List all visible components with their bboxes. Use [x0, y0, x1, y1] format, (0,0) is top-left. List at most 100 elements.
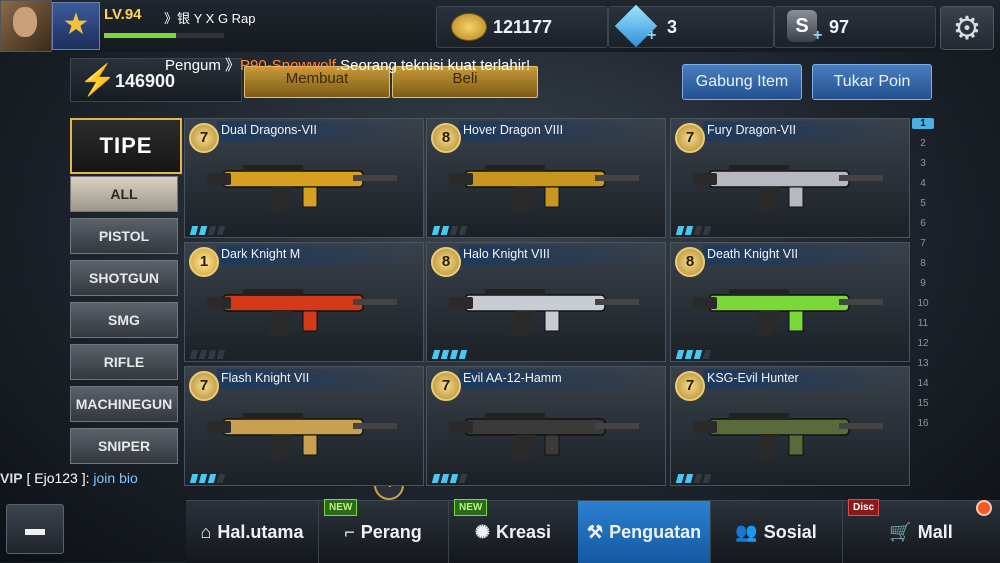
page-number[interactable]: 9: [912, 278, 934, 289]
star-pip: [216, 474, 226, 483]
player-level: LV.94: [104, 6, 142, 23]
weapon-star-rating: [189, 470, 227, 488]
nav-badge: NEW: [324, 499, 358, 516]
star-pip: [684, 226, 694, 235]
chat-bubble-icon: ▬: [25, 518, 45, 540]
nav-label: Sosial: [763, 522, 817, 542]
lightning-icon: ⚡: [79, 64, 117, 97]
star-pip: [207, 226, 217, 235]
page-number[interactable]: 13: [912, 358, 934, 369]
gold-value: 121177: [493, 17, 553, 37]
nav-hal-utama[interactable]: ⌂ Hal.utama: [186, 501, 319, 563]
gem-counter[interactable]: + 3: [608, 4, 774, 48]
star-pip: [449, 474, 459, 483]
page-number[interactable]: 6: [912, 218, 934, 229]
page-number[interactable]: 2: [912, 138, 934, 149]
vip-message: join bio: [93, 470, 138, 486]
page-number[interactable]: 5: [912, 198, 934, 209]
settings-button[interactable]: ⚙: [940, 6, 994, 50]
weapon-image: [207, 165, 397, 211]
star-pip: [216, 350, 226, 359]
star-pip: [207, 474, 217, 483]
weapon-star-rating: [675, 222, 713, 240]
page-number[interactable]: 3: [912, 158, 934, 169]
weapon-name: Hover Dragon VIII: [463, 123, 564, 137]
chat-button[interactable]: ▬: [6, 504, 64, 554]
star-pip: [458, 474, 468, 483]
page-number[interactable]: 1: [912, 118, 934, 129]
star-pip: [440, 350, 450, 359]
star-pip: [431, 350, 441, 359]
page-index: 1 2 3 4 5 6 7 8 9 10 11 12 13 14 15 16: [912, 118, 936, 438]
gabung-item-button[interactable]: Gabung Item: [682, 64, 802, 100]
page-number[interactable]: 8: [912, 258, 934, 269]
page-number[interactable]: 7: [912, 238, 934, 249]
weapon-image: [693, 165, 883, 211]
page-number[interactable]: 10: [912, 298, 934, 309]
weapon-image: [449, 165, 639, 211]
page-number[interactable]: 4: [912, 178, 934, 189]
category-pistol[interactable]: PISTOL: [70, 218, 178, 254]
gun-icon: ⌐: [344, 522, 355, 542]
weapon-card[interactable]: 7 Evil AA-12-Hamm: [426, 366, 666, 486]
weapon-card[interactable]: 1 Dark Knight M: [184, 242, 424, 362]
weapon-level-badge: 8: [431, 247, 461, 277]
page-number[interactable]: 15: [912, 398, 934, 409]
star-pip: [684, 350, 694, 359]
weapon-card[interactable]: 7 Flash Knight VII: [184, 366, 424, 486]
weapon-card[interactable]: 8 Death Knight VII: [670, 242, 910, 362]
weapon-level-badge: 7: [675, 371, 705, 401]
player-avatar[interactable]: [0, 0, 52, 52]
category-sniper[interactable]: SNIPER: [70, 428, 178, 464]
nav-perang[interactable]: ⌐ Perang NEW: [318, 499, 449, 563]
gold-coin-icon: [451, 13, 487, 41]
nav-kreasi[interactable]: ✺ Kreasi NEW: [448, 499, 579, 563]
star-pip: [440, 226, 450, 235]
vip-chat-line[interactable]: VIP [ Ejo123 ]: join bio: [0, 470, 138, 486]
weapon-card[interactable]: 8 Halo Knight VIII: [426, 242, 666, 362]
weapon-card[interactable]: 8 Hover Dragon VIII: [426, 118, 666, 238]
page-number[interactable]: 14: [912, 378, 934, 389]
nav-penguatan[interactable]: ⚒ Penguatan: [578, 501, 711, 563]
nav-label: Hal.utama: [217, 522, 304, 542]
vip-user: [ Ejo123 ]:: [26, 470, 90, 486]
home-icon: ⌂: [200, 522, 212, 542]
category-smg[interactable]: SMG: [70, 302, 178, 338]
page-number[interactable]: 12: [912, 338, 934, 349]
page-number[interactable]: 16: [912, 418, 934, 429]
weapon-card[interactable]: 7 KSG-Evil Hunter: [670, 366, 910, 486]
star-pip: [458, 226, 468, 235]
weapon-card[interactable]: 7 Dual Dragons-VII: [184, 118, 424, 238]
weapon-card[interactable]: 7 Fury Dragon-VII: [670, 118, 910, 238]
weapon-image: [449, 289, 639, 335]
star-pip: [431, 226, 441, 235]
category-rifle[interactable]: RIFLE: [70, 344, 178, 380]
weapon-name: Flash Knight VII: [221, 371, 310, 385]
tukar-poin-button[interactable]: Tukar Poin: [812, 64, 932, 100]
weapon-level-badge: 7: [431, 371, 461, 401]
nav-label: Mall: [917, 522, 953, 542]
star-pip: [198, 474, 208, 483]
category-machinegun[interactable]: MACHINEGUN: [70, 386, 178, 422]
add-s-points-icon[interactable]: +: [813, 27, 822, 45]
weapon-star-rating: [675, 470, 713, 488]
star-pip: [693, 474, 703, 483]
people-icon: 👥: [735, 522, 758, 542]
nav-label: Penguatan: [609, 522, 702, 542]
weapon-name: Evil AA-12-Hamm: [463, 371, 562, 385]
s-point-counter[interactable]: S + 97: [774, 6, 936, 48]
star-pip: [675, 474, 685, 483]
star-pip: [449, 350, 459, 359]
cart-icon: 🛒: [889, 522, 912, 542]
page-number[interactable]: 11: [912, 318, 934, 329]
category-shotgun[interactable]: SHOTGUN: [70, 260, 178, 296]
star-pip: [440, 474, 450, 483]
nav-sosial[interactable]: 👥 Sosial: [710, 501, 843, 563]
weapon-name: Fury Dragon-VII: [707, 123, 796, 137]
star-pip: [449, 226, 459, 235]
star-pip: [189, 350, 199, 359]
category-all[interactable]: ALL: [70, 176, 178, 212]
add-gems-icon[interactable]: +: [647, 27, 656, 45]
weapon-level-badge: 8: [675, 247, 705, 277]
gold-counter[interactable]: 121177: [436, 6, 608, 48]
